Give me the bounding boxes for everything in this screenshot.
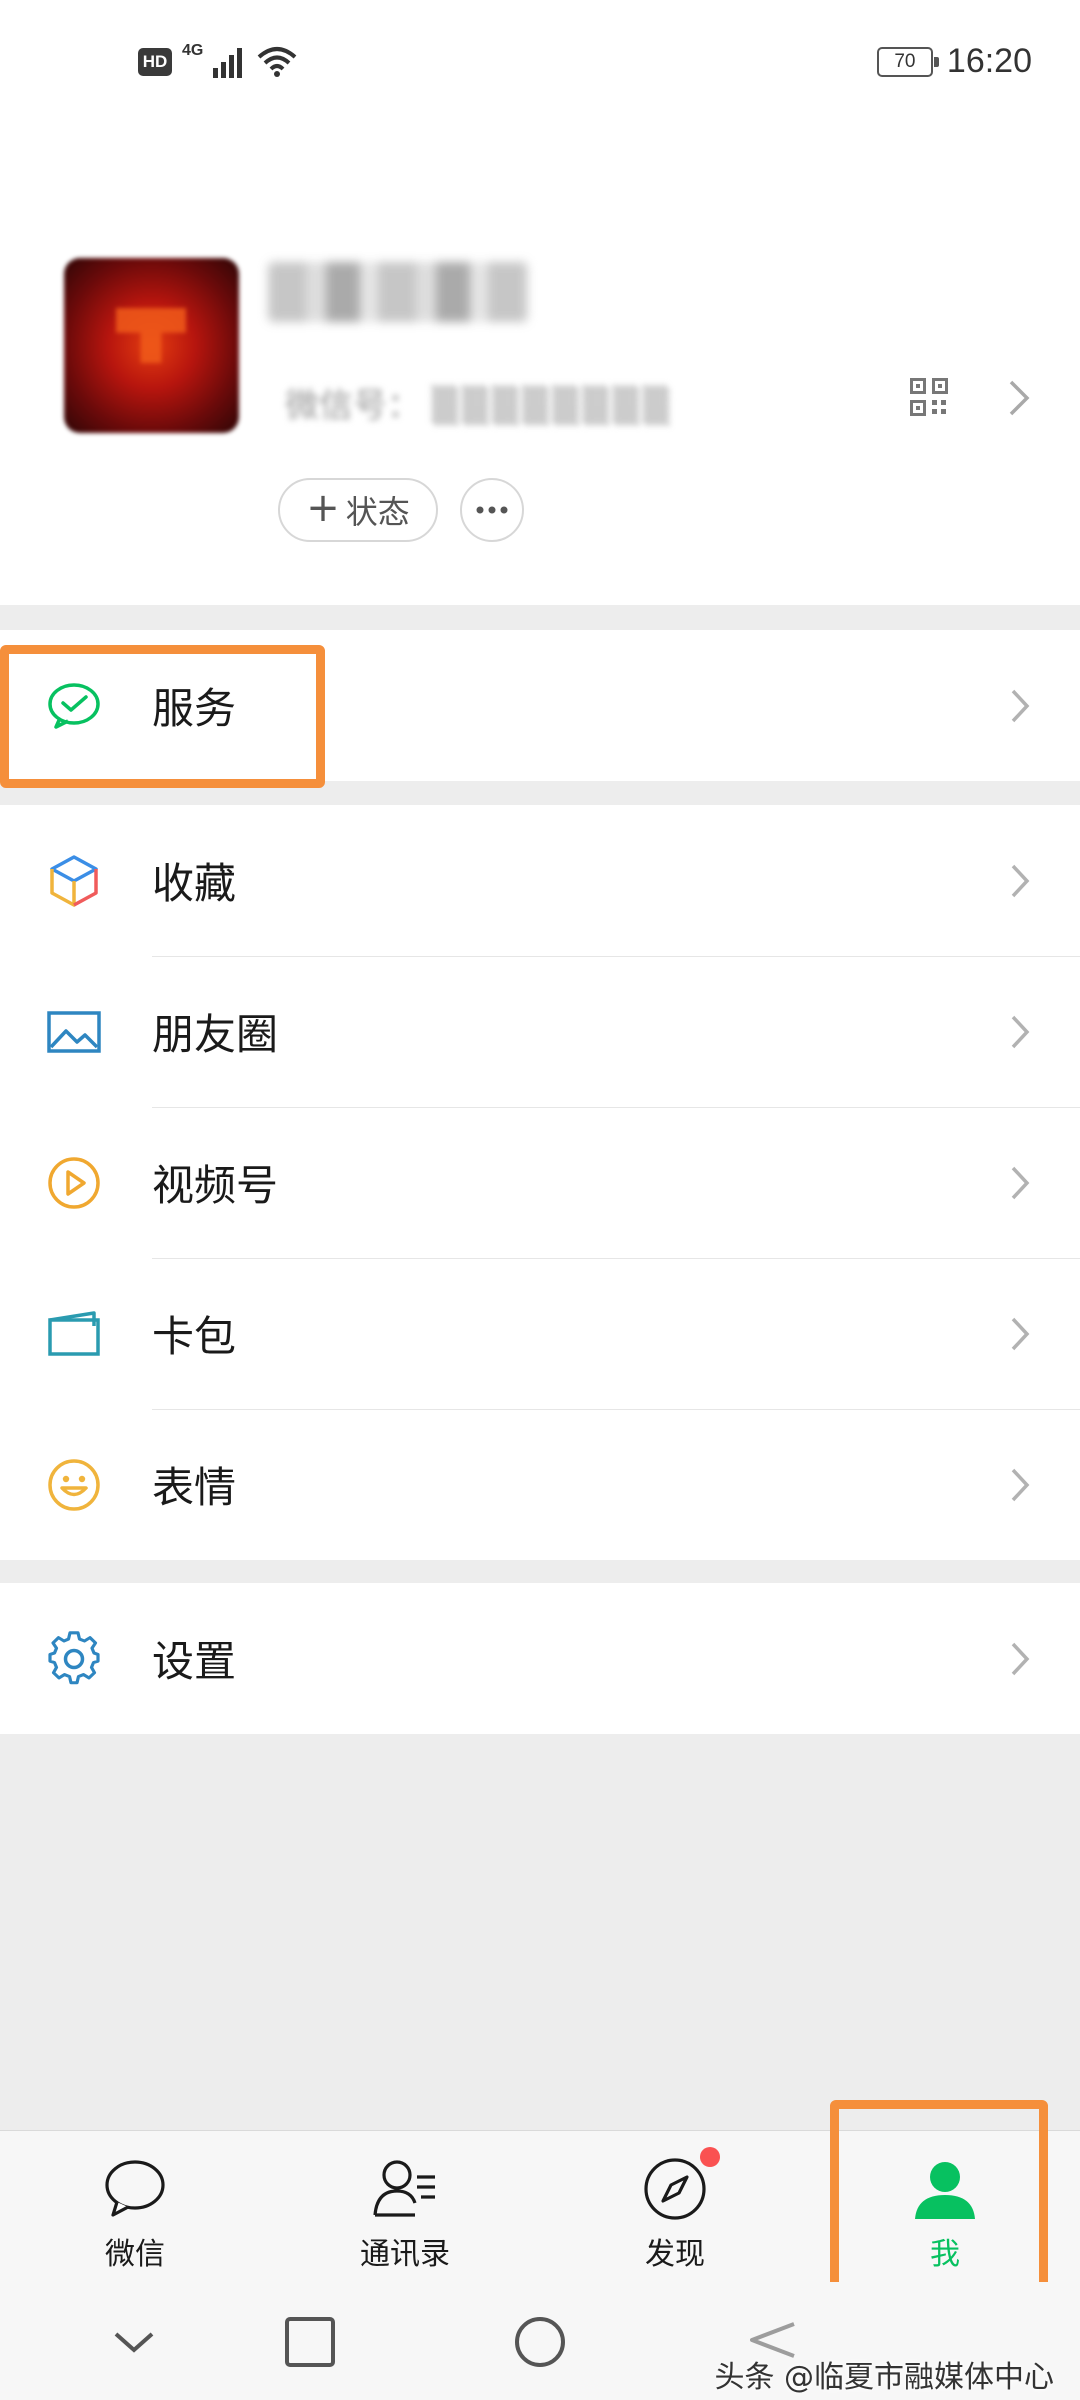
tab-discover[interactable]: 发现 — [575, 2131, 775, 2283]
qr-code-icon[interactable] — [910, 378, 948, 416]
hide-nav-chevron-icon[interactable] — [106, 2314, 162, 2370]
channels-play-icon — [48, 1156, 100, 1209]
settings-gear-icon — [48, 1630, 100, 1684]
tab-label-chats: 微信 — [105, 2237, 165, 2272]
menu-label-settings: 设置 — [152, 1637, 237, 1686]
signal-icon — [213, 48, 243, 78]
chevron-right-icon — [1011, 1317, 1030, 1350]
hd-badge: HD — [138, 48, 172, 76]
menu-item-favorites[interactable]: 收藏 — [0, 805, 1080, 956]
nickname-blurred — [268, 262, 528, 322]
menu-item-channels[interactable]: 视频号 — [0, 1107, 1080, 1258]
status-left: HD 4G — [138, 42, 297, 78]
plus-icon: + — [306, 485, 340, 531]
tab-me[interactable]: 我 — [845, 2131, 1045, 2283]
moments-image-icon — [47, 1010, 101, 1053]
me-person-icon — [915, 2162, 975, 2219]
chevron-right-icon — [1011, 1642, 1030, 1675]
wechat-id: 微信号： ▒▒▒▒▒▒▒▒ — [285, 378, 673, 427]
chevron-right-icon — [1011, 1468, 1030, 1501]
clock: 16:20 — [946, 42, 1032, 80]
wechat-pay-icon — [48, 682, 100, 729]
network-type: 4G — [182, 42, 204, 59]
chevron-right-icon — [1011, 864, 1030, 897]
menu-section-main: 收藏 朋友圈 视频号 卡包 表情 — [0, 805, 1080, 1560]
ellipsis-icon — [476, 506, 508, 514]
tab-chats[interactable]: 微信 — [35, 2131, 235, 2283]
wifi-icon — [258, 47, 297, 77]
status-bar: HD 4G 70 16:20 — [0, 0, 1080, 130]
battery-icon: 70 — [876, 46, 939, 77]
more-button[interactable] — [460, 478, 524, 542]
tab-label-me: 我 — [930, 2237, 960, 2272]
favorites-cube-icon — [50, 854, 98, 907]
menu-item-stickers[interactable]: 表情 — [0, 1409, 1080, 1560]
chevron-right-icon — [1011, 689, 1030, 722]
chevron-right-icon — [1011, 1166, 1030, 1199]
menu-item-moments[interactable]: 朋友圈 — [0, 956, 1080, 1107]
menu-item-service[interactable]: 服务 — [0, 630, 1080, 781]
status-button-label: 状态 — [345, 493, 410, 531]
recents-square-icon[interactable] — [282, 2314, 338, 2370]
menu-label-moments: 朋友圈 — [152, 1010, 279, 1059]
battery-level: 70 — [894, 50, 916, 72]
wechat-id-value: ▒▒▒▒▒▒▒▒ — [431, 386, 673, 426]
bottom-tab-bar: 微信 通讯录 发现 我 — [0, 2130, 1080, 2282]
chevron-right-icon[interactable] — [1008, 379, 1030, 417]
wechat-id-prefix: 微信号： — [285, 386, 421, 426]
watermark-text: 头条 @临夏市融媒体中心 — [714, 2360, 1054, 2395]
status-right: 70 16:20 — [876, 42, 1032, 81]
status-button[interactable]: + 状态 — [278, 478, 438, 542]
menu-label-card-wallet: 卡包 — [152, 1312, 237, 1361]
profile-header[interactable]: 微信号： ▒▒▒▒▒▒▒▒ + 状态 — [0, 130, 1080, 605]
avatar-image — [116, 308, 186, 363]
chat-bubble-icon — [105, 2160, 165, 2217]
tab-label-contacts: 通讯录 — [360, 2237, 450, 2272]
home-circle-icon[interactable] — [512, 2314, 568, 2370]
settings-section: 设置 — [0, 1583, 1080, 1734]
contacts-icon — [373, 2160, 435, 2217]
card-wallet-icon — [48, 1310, 100, 1356]
menu-label-stickers: 表情 — [152, 1463, 237, 1512]
tab-label-discover: 发现 — [645, 2237, 705, 2272]
menu-label-service: 服务 — [152, 684, 237, 733]
menu-label-channels: 视频号 — [152, 1161, 279, 1210]
service-section: 服务 — [0, 630, 1080, 781]
tab-contacts[interactable]: 通讯录 — [305, 2131, 505, 2283]
discover-compass-icon — [644, 2158, 706, 2220]
menu-label-favorites: 收藏 — [152, 859, 237, 908]
chevron-right-icon — [1011, 1015, 1030, 1048]
avatar[interactable] — [64, 258, 239, 433]
sticker-smile-icon — [48, 1458, 100, 1511]
menu-item-settings[interactable]: 设置 — [0, 1583, 1080, 1734]
discover-badge-dot — [700, 2147, 720, 2167]
menu-item-card-wallet[interactable]: 卡包 — [0, 1258, 1080, 1409]
